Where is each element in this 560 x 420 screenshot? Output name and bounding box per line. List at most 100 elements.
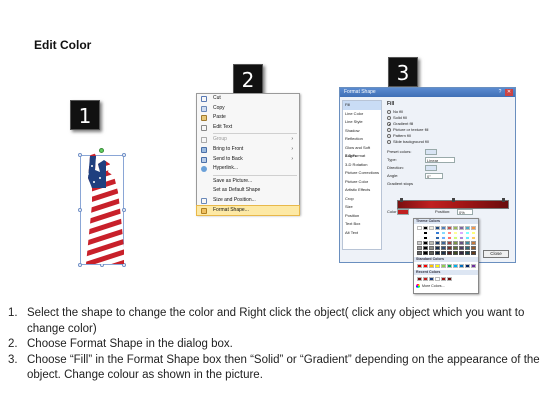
color-swatch[interactable] [453,241,458,245]
color-swatch[interactable] [435,251,440,255]
nav-item-text-box[interactable]: Text Box [343,220,381,229]
color-swatch[interactable] [453,264,458,268]
color-swatch[interactable] [417,246,422,250]
nav-item-3d-format[interactable]: 3-D Format [343,152,381,161]
help-button[interactable]: ? [496,89,504,96]
color-swatch[interactable] [459,231,464,235]
preset-colors-dropdown[interactable] [425,149,437,155]
color-swatch[interactable] [471,236,476,240]
position-input[interactable]: 0% [457,209,473,215]
color-swatch[interactable] [459,236,464,240]
nav-item-reflection[interactable]: Reflection [343,135,381,144]
color-swatch[interactable] [447,231,452,235]
color-swatch[interactable] [471,264,476,268]
nav-item-3d-rotation[interactable]: 3-D Rotation [343,161,381,170]
color-swatch[interactable] [423,231,428,235]
color-swatch[interactable] [471,231,476,235]
color-swatch[interactable] [459,251,464,255]
color-swatch[interactable] [447,264,452,268]
color-swatch[interactable] [417,226,422,230]
color-swatch[interactable] [459,226,464,230]
color-swatch[interactable] [423,236,428,240]
gradient-bar[interactable] [397,198,509,209]
close-button[interactable]: Close [483,250,509,258]
color-swatch[interactable] [465,246,470,250]
color-swatch[interactable] [423,226,428,230]
color-swatch[interactable] [459,241,464,245]
menu-item-size-position[interactable]: Size and Position... [197,196,299,206]
color-swatch[interactable] [447,246,452,250]
nav-item-line-color[interactable]: Line Color [343,110,381,119]
color-swatch[interactable] [471,226,476,230]
color-swatch[interactable] [435,277,440,281]
gradient-stop-handle[interactable] [400,198,403,202]
color-swatch[interactable] [441,264,446,268]
color-swatch[interactable] [435,246,440,250]
menu-item-cut[interactable]: Cut [197,94,299,104]
menu-item-hyperlink[interactable]: Hyperlink... [197,164,299,174]
angle-input[interactable]: 0° [425,173,443,179]
color-swatch[interactable] [465,231,470,235]
color-swatch[interactable] [441,246,446,250]
color-swatch[interactable] [465,226,470,230]
nav-item-picture-color[interactable]: Picture Color [343,178,381,187]
direction-dropdown[interactable] [425,165,437,171]
more-colors-button[interactable]: More Colors... [414,283,478,289]
color-swatch[interactable] [453,236,458,240]
color-swatch[interactable] [429,226,434,230]
color-swatch[interactable] [429,246,434,250]
color-swatch[interactable] [459,246,464,250]
color-swatch[interactable] [465,241,470,245]
type-select[interactable]: Linear [425,157,455,163]
color-swatch[interactable] [429,231,434,235]
color-swatch[interactable] [447,241,452,245]
statue-of-liberty-shape[interactable] [80,148,126,266]
color-swatch[interactable] [429,241,434,245]
nav-item-picture-corrections[interactable]: Picture Corrections [343,169,381,178]
color-swatch[interactable] [465,236,470,240]
color-swatch[interactable] [471,251,476,255]
nav-item-line-style[interactable]: Line Style [343,118,381,127]
color-swatch[interactable] [423,246,428,250]
color-swatch[interactable] [423,264,428,268]
color-picker-button[interactable] [397,209,409,215]
color-swatch[interactable] [441,241,446,245]
menu-item-format-shape[interactable]: Format Shape... [196,204,300,217]
radio-slide-background-fill[interactable]: Slide background fill [385,139,513,145]
menu-item-edit-text[interactable]: Edit Text [197,123,299,133]
color-swatch[interactable] [441,277,446,281]
color-swatch[interactable] [453,226,458,230]
close-icon[interactable]: ✕ [505,89,513,96]
color-swatch[interactable] [417,251,422,255]
color-swatch[interactable] [453,251,458,255]
color-swatch[interactable] [465,251,470,255]
nav-item-alt-text[interactable]: Alt Text [343,229,381,238]
nav-item-glow[interactable]: Glow and Soft Edges [343,144,381,159]
color-swatch[interactable] [423,251,428,255]
color-swatch[interactable] [435,226,440,230]
nav-item-artistic-effects[interactable]: Artistic Effects [343,186,381,195]
gradient-stop-handle[interactable] [502,198,505,202]
color-swatch[interactable] [435,231,440,235]
color-swatch[interactable] [459,264,464,268]
nav-item-shadow[interactable]: Shadow [343,127,381,136]
menu-item-group[interactable]: Group › [197,135,299,145]
color-swatch[interactable] [441,251,446,255]
color-swatch[interactable] [471,246,476,250]
color-swatch[interactable] [423,241,428,245]
color-swatch[interactable] [441,226,446,230]
gradient-stop-handle[interactable] [452,198,455,202]
color-swatch[interactable] [429,264,434,268]
color-swatch[interactable] [417,241,422,245]
color-swatch[interactable] [435,241,440,245]
color-swatch[interactable] [429,251,434,255]
menu-item-save-as-picture[interactable]: Save as Picture... [197,177,299,187]
color-swatch[interactable] [447,226,452,230]
color-swatch[interactable] [429,236,434,240]
menu-item-send-to-back[interactable]: Send to Back › [197,155,299,165]
color-swatch[interactable] [441,231,446,235]
color-swatch[interactable] [465,264,470,268]
color-swatch[interactable] [417,236,422,240]
color-swatch[interactable] [447,251,452,255]
menu-item-copy[interactable]: Copy [197,104,299,114]
